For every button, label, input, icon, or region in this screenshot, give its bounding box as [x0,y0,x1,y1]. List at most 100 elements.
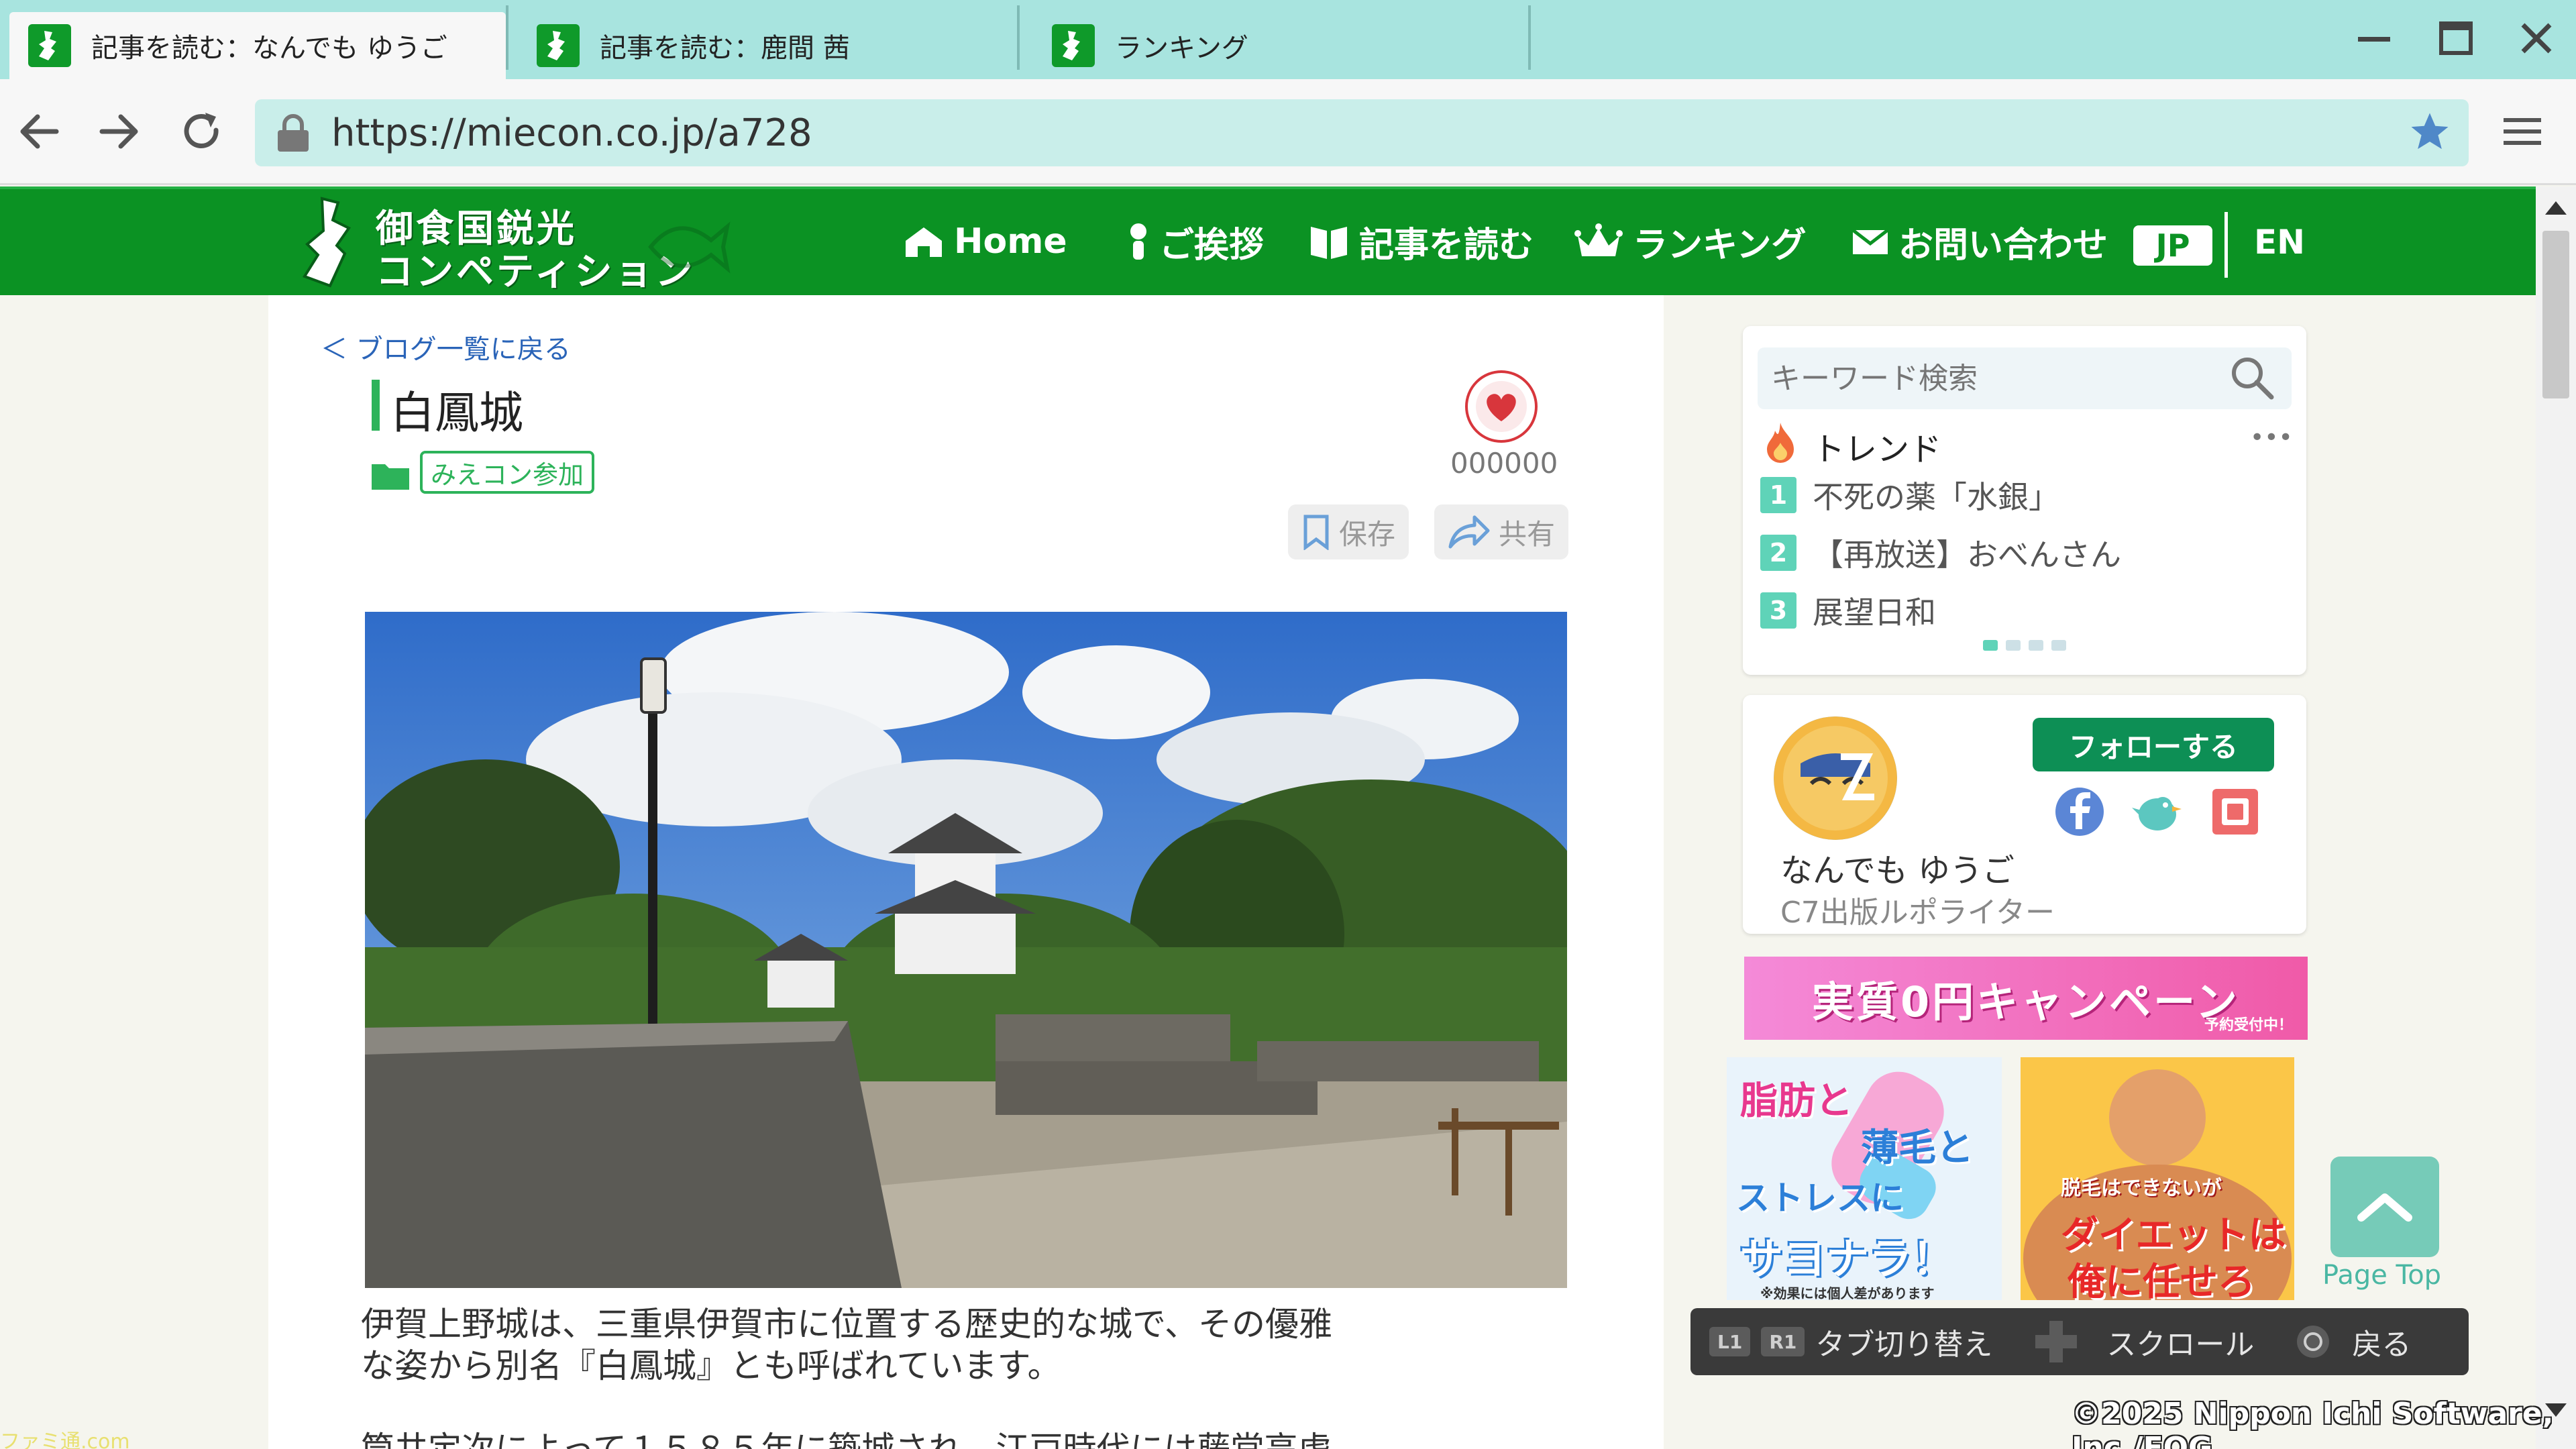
trend-item[interactable]: 2 【再放送】おべんさん [1760,533,2121,573]
back-arrow-icon[interactable] [12,105,66,158]
share-arrow-icon [1448,515,1490,549]
menu-icon[interactable] [2496,105,2549,158]
article-title: 白鳳城 [390,387,523,439]
trend-item[interactable]: 3 展望日和 [1760,590,1936,631]
forward-arrow-icon[interactable] [93,105,146,158]
url-text: https://miecon.co.jp/a728 [331,111,812,155]
trend-rank: 1 [1760,477,1796,513]
carousel-dot-active[interactable] [1983,640,1998,651]
tab-label: 記事を読む：なんでも ゆうご [91,33,447,64]
author-role: C7出版ルポライター [1780,896,2055,930]
like-button[interactable] [1465,370,1538,443]
save-button[interactable]: 保存 [1288,504,1409,559]
ad1-line: サヨナラ！ [1740,1235,1955,1285]
carousel-dot[interactable] [2006,640,2021,651]
bird-social-icon[interactable] [2129,784,2186,840]
ad1-note: ※効果には個人差があります [1760,1285,1935,1300]
crown-icon [1574,223,1623,256]
controller-hint-bar: L1 R1 タブ切り替え スクロール 戻る [1690,1308,2469,1375]
hint-back: 戻る [2352,1328,2412,1362]
article-body-line: な姿から別名『白鳳城』とも呼ばれています。 [361,1346,1061,1385]
chevron-up-icon [2357,1193,2412,1222]
nav-contact-label: お問い合わせ [1898,225,2108,266]
copyright-notice: ©2025 Nippon Ichi Software, Inc./FOG [2072,1397,2554,1449]
hint-tab-switch: タブ切り替え [1815,1328,1993,1362]
back-to-blog-list-link[interactable]: ＜ ブログ一覧に戻る [321,327,571,366]
nav-contact[interactable]: お問い合わせ [1851,215,2108,268]
trend-rank: 3 [1760,592,1796,629]
instagram-icon[interactable] [2207,784,2263,840]
bookmark-star-icon[interactable] [2403,105,2457,158]
more-options-icon[interactable]: ••• [2250,424,2293,451]
ad2-line: 脱毛はできないが [2061,1177,2222,1200]
author-avatar[interactable] [1774,716,1897,840]
nav-home[interactable]: Home [903,215,1067,268]
close-icon[interactable] [2513,15,2560,62]
title-accent-bar [372,380,380,431]
share-label: 共有 [1499,517,1556,551]
author-name[interactable]: なんでも ゆうご [1780,844,2015,891]
trend-label: 展望日和 [1813,594,1936,631]
trend-item[interactable]: 1 不死の薬「水銀」 [1760,475,2059,515]
carousel-dot[interactable] [2029,640,2043,651]
nav-greeting-label: ご挨拶 [1159,225,1265,266]
site-favicon-icon [28,24,71,67]
tab-divider [1528,5,1531,70]
tab-divider [1017,5,1020,70]
tab-label: ランキング [1115,33,1248,64]
heart-icon [1476,381,1527,432]
nav-greeting[interactable]: ご挨拶 [1127,215,1264,268]
ad1-line: 薄毛と [1861,1126,1974,1170]
category-tag[interactable]: みえコン参加 [420,451,595,494]
r1-button-icon: R1 [1761,1327,1805,1356]
book-icon [1311,227,1347,259]
person-icon [1130,223,1146,260]
circle-button-icon [2297,1326,2330,1358]
trend-heading: トレンド [1813,431,1942,468]
search-input[interactable] [1771,361,2227,396]
scroll-thumb[interactable] [2542,231,2569,398]
ad-banner-slimming[interactable]: 脂肪と 薄毛と ストレスに サヨナラ！ ※効果には個人差があります [1727,1057,2002,1300]
page-scrollbar[interactable] [2536,186,2576,1449]
trend-label: 【再放送】おべんさん [1813,537,2121,573]
mail-icon [1851,229,1889,254]
tab-article-yugo[interactable]: 記事を読む：なんでも ゆうご [9,12,506,79]
facebook-icon[interactable] [2051,784,2108,840]
lock-icon [278,114,309,152]
scroll-up-arrow-icon[interactable] [2536,191,2576,224]
site-favicon-icon [1052,24,1095,67]
campaign-banner[interactable]: 実質0円キャンペーン 予約受付中！ [1744,957,2308,1040]
fish-emblem-icon [648,221,731,274]
page-top-button[interactable] [2330,1157,2439,1257]
campaign-text: 実質0円キャンペーン [1811,977,2241,1026]
language-en-button[interactable]: EN [2254,223,2305,262]
site-favicon-icon [537,24,580,67]
campaign-subtext: 予約受付中！ [2204,1017,2293,1034]
search-box[interactable] [1758,347,2292,409]
bookmark-icon [1303,515,1329,550]
carousel-dot[interactable] [2051,640,2066,651]
like-count: 000000 [1450,447,1558,480]
ad2-line: 俺に任せろ [2068,1260,2255,1300]
ad1-line: ストレスに [1736,1179,1904,1218]
nav-read-articles[interactable]: 記事を読む [1308,215,1534,268]
follow-button[interactable]: フォローする [2033,718,2274,771]
article-body-line: 筒井定次によって１５８５年に築城され、江戸時代には藤堂高虎 [361,1430,1332,1449]
maximize-icon[interactable] [2432,15,2479,62]
language-jp-button[interactable]: JP [2133,225,2212,266]
reload-icon[interactable] [174,105,228,158]
tab-ranking[interactable]: ランキング [1033,12,1529,79]
watermark: ファミ通.com [0,1430,130,1449]
share-button[interactable]: 共有 [1434,504,1569,559]
minimize-icon[interactable] [2351,15,2398,62]
article-photo-castle [365,612,1567,1288]
site-logo[interactable]: 御食国鋭光 コンペティション [295,193,738,294]
tab-bar: 記事を読む：なんでも ゆうご 記事を読む：鹿間 茜 ランキング [0,0,2576,79]
nav-ranking[interactable]: ランキング [1574,215,1806,268]
url-field[interactable]: https://miecon.co.jp/a728 [255,99,2469,166]
page-top-label[interactable]: Page Top [2322,1260,2441,1291]
ad-banner-diet[interactable]: 脱毛はできないが ダイエットは 俺に任せろ [2021,1057,2294,1300]
nav-read-label: 記事を読む [1359,225,1534,266]
search-icon[interactable] [2227,353,2278,404]
tab-article-akane[interactable]: 記事を読む：鹿間 茜 [518,12,1014,79]
